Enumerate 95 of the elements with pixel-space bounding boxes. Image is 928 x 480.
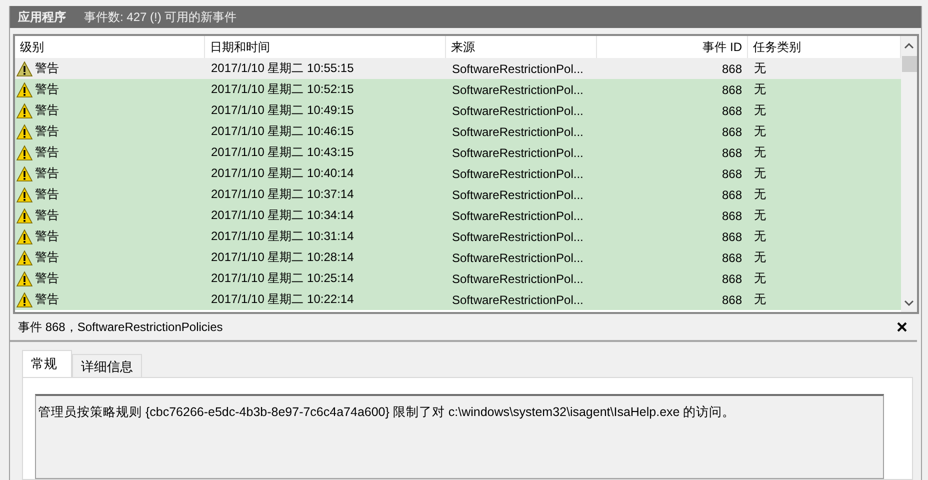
table-cell: 无: [754, 207, 766, 224]
table-cell: 警告: [35, 207, 59, 224]
table-cell: 无: [754, 291, 766, 308]
warning-icon: [16, 124, 33, 140]
event-row[interactable]: 警告 2017/1/10 星期二 10:55:15 SoftwareRestrictionPol... 868 无: [15, 58, 901, 79]
table-cell: 警告: [35, 291, 59, 308]
table-cell: 警告: [35, 249, 59, 266]
table-cell: 2017/1/10 星期二 10:28:14: [211, 249, 354, 266]
table-cell: 868: [722, 208, 742, 222]
event-row[interactable]: 警告 2017/1/10 星期二 10:22:14 SoftwareRestrictionPol... 868 无: [15, 289, 901, 310]
warning-icon: [16, 102, 33, 118]
event-message: 管理员按策略规则 {cbc76266-e5dc-4b3b-8e97-7c6c4a74a600} 限制了对 c:\windows\system32\isagent\IsaHelp.exe 的访问。: [38, 405, 736, 419]
warning-icon: [16, 270, 33, 286]
table-cell: 警告: [35, 102, 59, 119]
table-cell: 2017/1/10 星期二 10:34:14: [211, 207, 354, 224]
table-cell: 868: [722, 272, 742, 286]
table-cell: SoftwareRestrictionPol...: [452, 208, 584, 222]
table-cell: 警告: [35, 81, 59, 98]
table-cell: 无: [754, 144, 766, 161]
warning-icon: [16, 208, 33, 224]
table-cell: SoftwareRestrictionPol...: [452, 272, 584, 286]
table-cell: 868: [722, 104, 742, 118]
detail-title: 事件 868，SoftwareRestrictionPolicies: [18, 318, 223, 336]
table-cell: SoftwareRestrictionPol...: [452, 82, 584, 96]
table-cell: 868: [722, 82, 742, 96]
table-cell: 868: [722, 292, 742, 306]
table-cell: 868: [722, 62, 742, 76]
table-cell: 2017/1/10 星期二 10:52:15: [211, 81, 354, 98]
table-cell: 无: [754, 249, 766, 266]
table-cell: 无: [754, 81, 766, 98]
table-cell: SoftwareRestrictionPol...: [452, 124, 584, 138]
table-cell: 无: [754, 228, 766, 245]
table-cell: 无: [754, 102, 766, 119]
table-cell: 868: [722, 166, 742, 180]
table-cell: 警告: [35, 165, 59, 182]
table-cell: SoftwareRestrictionPol...: [452, 292, 584, 306]
event-row[interactable]: 警告 2017/1/10 星期二 10:49:15 SoftwareRestrictionPol... 868 无: [15, 100, 901, 121]
table-cell: 2017/1/10 星期二 10:37:14: [211, 186, 354, 203]
table-cell: 868: [722, 188, 742, 202]
table-cell: 无: [754, 123, 766, 140]
table-cell: SoftwareRestrictionPol...: [452, 188, 584, 202]
table-cell: 868: [722, 250, 742, 264]
warning-icon: [16, 186, 33, 202]
warning-icon: [16, 60, 33, 76]
warning-icon: [16, 144, 33, 160]
close-icon[interactable]: [897, 322, 907, 332]
scroll-up-icon[interactable]: [904, 42, 914, 50]
table-cell: 无: [754, 60, 766, 77]
warning-icon: [16, 228, 33, 244]
table-cell: SoftwareRestrictionPol...: [452, 250, 584, 264]
detail-tab[interactable]: 常规: [22, 350, 72, 377]
table-cell: 无: [754, 186, 766, 203]
table-cell: 警告: [35, 144, 59, 161]
table-cell: 868: [722, 230, 742, 244]
event-row[interactable]: 警告 2017/1/10 星期二 10:34:14 SoftwareRestrictionPol... 868 无: [15, 205, 901, 226]
scrollbar[interactable]: [901, 36, 917, 312]
event-count: 事件数: 427 (!) 可用的新事件: [84, 8, 237, 26]
table-cell: 2017/1/10 星期二 10:43:15: [211, 144, 354, 161]
table-cell: SoftwareRestrictionPol...: [452, 62, 584, 76]
detail-tab[interactable]: 详细信息: [72, 354, 142, 377]
table-cell: SoftwareRestrictionPol...: [452, 104, 584, 118]
warning-icon: [16, 166, 33, 182]
scroll-down-icon[interactable]: [904, 299, 914, 307]
table-cell: 2017/1/10 星期二 10:49:15: [211, 102, 354, 119]
table-cell: 2017/1/10 星期二 10:46:15: [211, 123, 354, 140]
table-cell: SoftwareRestrictionPol...: [452, 146, 584, 160]
warning-icon: [16, 292, 33, 308]
table-cell: 警告: [35, 123, 59, 140]
event-row[interactable]: 警告 2017/1/10 星期二 10:28:14 SoftwareRestrictionPol... 868 无: [15, 247, 901, 268]
table-cell: 警告: [35, 60, 59, 77]
table-cell: SoftwareRestrictionPol...: [452, 230, 584, 244]
event-row[interactable]: 警告 2017/1/10 星期二 10:31:14 SoftwareRestrictionPol... 868 无: [15, 226, 901, 247]
event-row[interactable]: 警告 2017/1/10 星期二 10:40:14 SoftwareRestrictionPol... 868 无: [15, 163, 901, 184]
table-cell: 868: [722, 124, 742, 138]
log-title: 应用程序: [18, 8, 66, 26]
warning-icon: [16, 82, 33, 98]
table-cell: 警告: [35, 228, 59, 245]
table-cell: 2017/1/10 星期二 10:22:14: [211, 291, 354, 308]
table-cell: 868: [722, 146, 742, 160]
table-cell: 无: [754, 270, 766, 287]
table-cell: 警告: [35, 186, 59, 203]
table-cell: 2017/1/10 星期二 10:31:14: [211, 228, 354, 245]
table-cell: SoftwareRestrictionPol...: [452, 166, 584, 180]
event-row[interactable]: 警告 2017/1/10 星期二 10:52:15 SoftwareRestrictionPol... 868 无: [15, 79, 901, 100]
event-row[interactable]: 警告 2017/1/10 星期二 10:43:15 SoftwareRestrictionPol... 868 无: [15, 142, 901, 163]
warning-icon: [16, 250, 33, 266]
event-row[interactable]: 警告 2017/1/10 星期二 10:37:14 SoftwareRestrictionPol... 868 无: [15, 184, 901, 205]
table-cell: 无: [754, 165, 766, 182]
table-cell: 2017/1/10 星期二 10:40:14: [211, 165, 354, 182]
table-cell: 2017/1/10 星期二 10:25:14: [211, 270, 354, 287]
event-row[interactable]: 警告 2017/1/10 星期二 10:46:15 SoftwareRestrictionPol... 868 无: [15, 121, 901, 142]
table-cell: 2017/1/10 星期二 10:55:15: [211, 60, 354, 77]
scroll-thumb[interactable]: [902, 56, 916, 72]
table-cell: 警告: [35, 270, 59, 287]
event-row[interactable]: 警告 2017/1/10 星期二 10:25:14 SoftwareRestrictionPol... 868 无: [15, 268, 901, 289]
